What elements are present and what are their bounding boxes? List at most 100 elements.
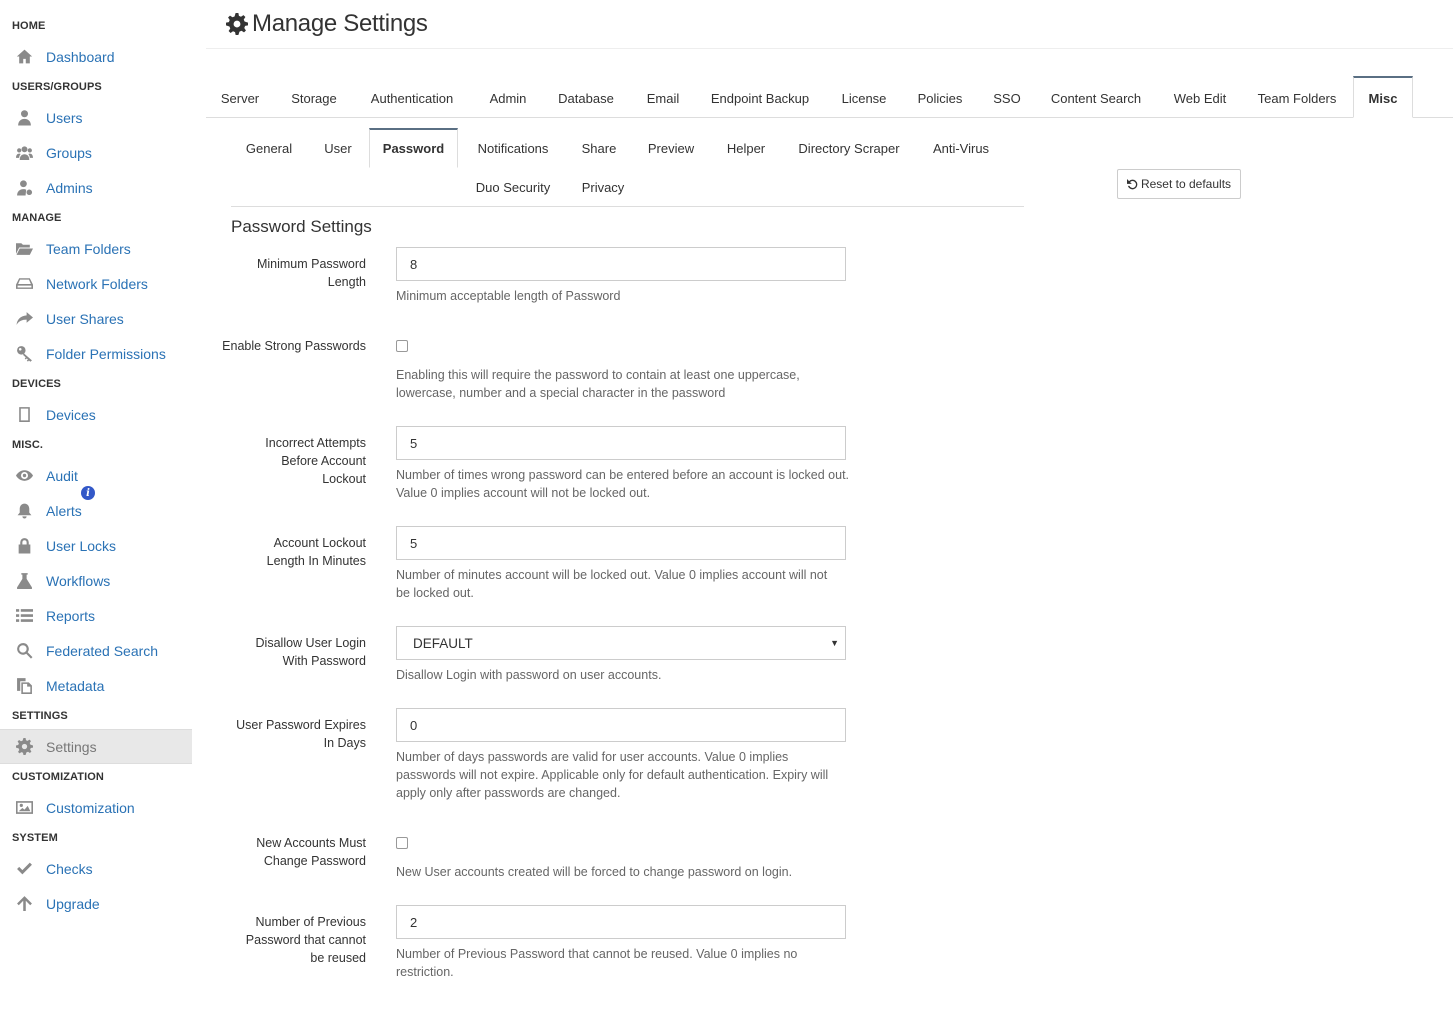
sidebar-item-reports[interactable]: Reports	[0, 598, 192, 633]
tab-storage[interactable]: Storage	[278, 76, 350, 118]
strong-passwords-label: Enable Strong Passwords	[222, 339, 366, 353]
disallow-login-label: Disallow User Login With Password	[255, 636, 366, 668]
flask-icon	[15, 572, 33, 590]
lock-icon	[15, 537, 33, 555]
tab-team-folders[interactable]: Team Folders	[1248, 76, 1346, 118]
copy-icon	[15, 677, 33, 695]
must-change-help: New User accounts created will be forced…	[396, 865, 793, 879]
admin-user-icon	[15, 179, 33, 197]
disallow-login-select[interactable]: DEFAULT ▼	[396, 626, 846, 660]
sidebar-item-team-folders[interactable]: Team Folders	[0, 231, 192, 266]
sidebar-item-checks[interactable]: Checks	[0, 851, 192, 886]
eye-icon	[15, 467, 33, 485]
section-system: SYSTEM	[12, 832, 58, 844]
sidebar-item-alerts[interactable]: Alerts i	[0, 486, 192, 528]
sidebar-item-metadata[interactable]: Metadata	[0, 668, 192, 703]
password-expires-input[interactable]: 0	[396, 708, 846, 742]
section-misc: MISC.	[12, 439, 44, 451]
sidebar-item-dashboard[interactable]: Dashboard	[0, 39, 192, 74]
user-icon	[15, 109, 33, 127]
sidebar-item-upgrade[interactable]: Upgrade	[0, 886, 192, 921]
lockout-length-help: Number of minutes account will be locked…	[396, 568, 828, 600]
lockout-length-input[interactable]: 5	[396, 526, 846, 560]
sidebar-item-federated-search[interactable]: Federated Search	[0, 633, 192, 668]
subtab-user[interactable]: User	[315, 128, 361, 168]
sidebar-item-workflows[interactable]: Workflows	[0, 563, 192, 598]
sidebar-item-admins[interactable]: Admins	[0, 170, 192, 205]
subtab-notifications[interactable]: Notifications	[467, 128, 559, 168]
sidebar-item-audit[interactable]: Audit	[0, 458, 192, 493]
arrow-up-icon	[15, 895, 33, 913]
password-expires-help: Number of days passwords are valid for u…	[396, 750, 829, 800]
min-length-input[interactable]: 8	[396, 247, 846, 281]
disallow-login-help: Disallow Login with password on user acc…	[396, 668, 662, 682]
list-icon	[15, 607, 33, 625]
tab-authentication[interactable]: Authentication	[358, 76, 466, 118]
gear-icon	[226, 13, 248, 35]
subtab-anti-virus[interactable]: Anti-Virus	[923, 128, 999, 168]
must-change-checkbox[interactable]	[396, 837, 408, 849]
previous-passwords-input[interactable]: 2	[396, 905, 846, 939]
section-home: HOME	[12, 20, 46, 32]
share-icon	[15, 310, 33, 328]
incorrect-attempts-input[interactable]: 5	[396, 426, 846, 460]
tab-server[interactable]: Server	[206, 76, 274, 118]
section-users-groups: USERS/GROUPS	[12, 81, 102, 93]
tab-sso[interactable]: SSO	[984, 76, 1030, 118]
subtab-helper[interactable]: Helper	[717, 128, 775, 168]
tab-database[interactable]: Database	[548, 76, 624, 118]
search-icon	[15, 642, 33, 660]
hdd-icon	[15, 275, 33, 293]
subtab-privacy[interactable]: Privacy	[573, 167, 633, 207]
subtab-share[interactable]: Share	[573, 128, 625, 168]
subtab-duo-security[interactable]: Duo Security	[467, 167, 559, 207]
subtab-general[interactable]: General	[231, 128, 307, 168]
min-length-help: Minimum acceptable length of Password	[396, 289, 621, 303]
bell-icon	[15, 502, 33, 520]
reset-to-defaults-button[interactable]: Reset to defaults	[1117, 169, 1241, 199]
tab-misc[interactable]: Misc	[1353, 76, 1413, 118]
tab-content-search[interactable]: Content Search	[1040, 76, 1152, 118]
sidebar-item-user-shares[interactable]: User Shares	[0, 301, 192, 336]
strong-passwords-help: Enabling this will require the password …	[396, 368, 800, 400]
tablet-icon	[15, 406, 33, 424]
subtab-preview[interactable]: Preview	[639, 128, 703, 168]
users-icon	[15, 144, 33, 162]
sidebar-item-settings[interactable]: Settings	[0, 729, 192, 764]
previous-passwords-label: Number of Previous Password that cannot …	[245, 915, 366, 965]
sidebar-item-devices[interactable]: Devices	[0, 397, 192, 432]
incorrect-attempts-help: Number of times wrong password can be en…	[396, 468, 850, 500]
password-expires-label: User Password Expires In Days	[236, 718, 366, 750]
subtab-password[interactable]: Password	[369, 128, 458, 168]
subtab-directory-scraper[interactable]: Directory Scraper	[789, 128, 909, 168]
main-tabs: Server Storage Authentication Admin Data…	[206, 76, 1453, 118]
check-icon	[15, 860, 33, 878]
tab-endpoint-backup[interactable]: Endpoint Backup	[700, 76, 820, 118]
image-icon	[15, 799, 33, 817]
undo-icon	[1126, 178, 1138, 189]
home-icon	[15, 48, 33, 66]
incorrect-attempts-label: Incorrect Attempts Before Account Lockou…	[265, 436, 366, 486]
sub-tabs: General User Password Notifications Shar…	[231, 128, 1024, 207]
sidebar-item-groups[interactable]: Groups	[0, 135, 192, 170]
section-manage: MANAGE	[12, 212, 62, 224]
section-settings: SETTINGS	[12, 710, 68, 722]
sidebar-item-network-folders[interactable]: Network Folders	[0, 266, 192, 301]
tab-policies[interactable]: Policies	[906, 76, 974, 118]
sidebar-item-user-locks[interactable]: User Locks	[0, 528, 192, 563]
strong-passwords-checkbox[interactable]	[396, 340, 408, 352]
min-length-label: Minimum Password Length	[256, 257, 366, 289]
key-icon	[15, 345, 33, 363]
section-title: Password Settings	[231, 217, 372, 236]
tab-email[interactable]: Email	[634, 76, 692, 118]
sidebar-item-folder-permissions[interactable]: Folder Permissions	[0, 336, 192, 371]
lockout-length-label: Account Lockout Length In Minutes	[266, 536, 366, 568]
tab-web-edit[interactable]: Web Edit	[1162, 76, 1238, 118]
must-change-label: New Accounts Must Change Password	[256, 836, 366, 868]
sidebar-item-users[interactable]: Users	[0, 100, 192, 135]
tab-admin[interactable]: Admin	[474, 76, 542, 118]
folder-open-icon	[15, 240, 33, 258]
tab-license[interactable]: License	[830, 76, 898, 118]
sidebar: HOME Dashboard USERS/GROUPS Users Groups…	[0, 0, 192, 1013]
sidebar-item-customization[interactable]: Customization	[0, 790, 192, 825]
